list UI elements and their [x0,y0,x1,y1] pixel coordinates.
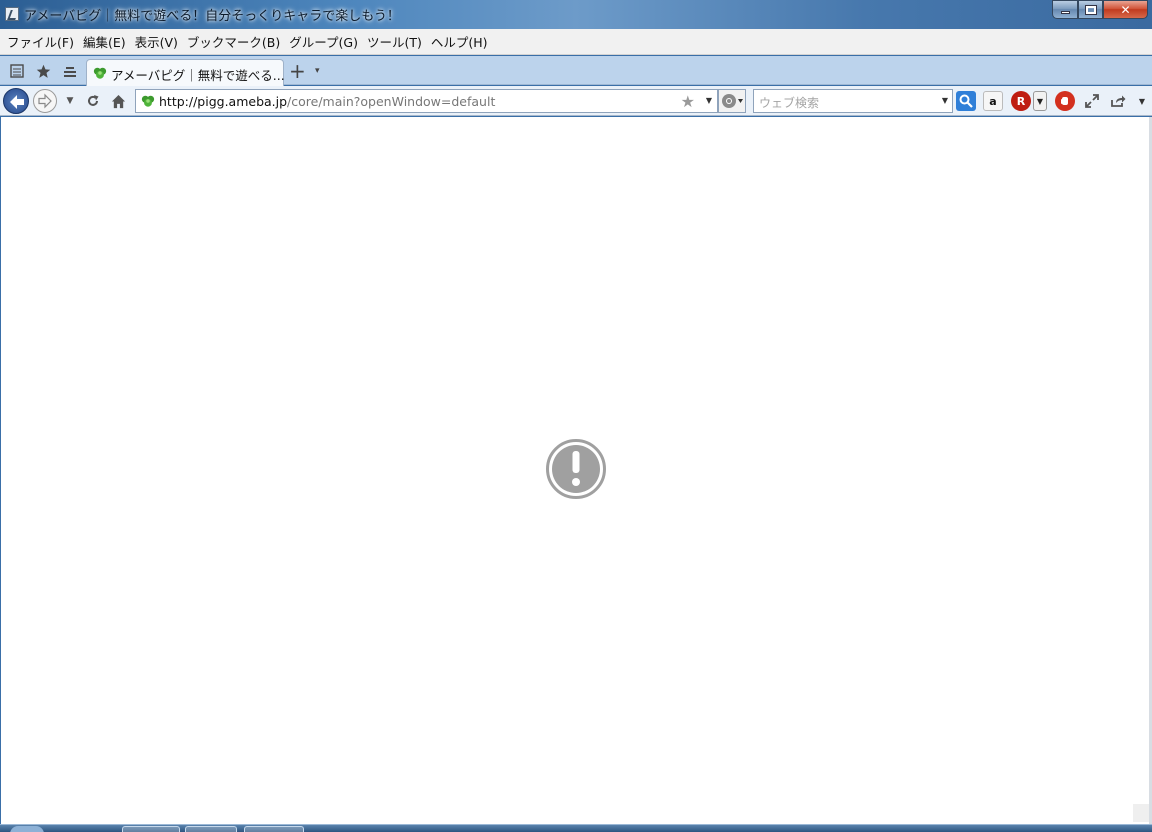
bookmark-page-star-icon[interactable]: ★ [681,92,695,111]
window-titlebar: アメーバピグ｜無料で遊べる！自分そっくりキャラで楽しもう！ ✕ [0,0,1152,29]
menubar: ファイル(F) 編集(E) 表示(V) ブックマーク(B) グループ(G) ツー… [0,29,1152,55]
rakuten-icon: R [1016,94,1026,108]
web-search-box[interactable]: ウェブ検索 ▼ [753,89,953,113]
bookmark-star-icon[interactable] [34,62,52,80]
menu-tools[interactable]: ツール(T) [364,32,425,51]
os-taskbar [0,824,1152,832]
window-controls: ✕ [1052,0,1148,19]
taskbar-button[interactable] [122,826,180,832]
back-arrow-icon [10,95,24,109]
url-path: /core/main?openWindow=default [287,94,496,109]
adblock-button[interactable] [1055,91,1075,111]
amazon-search-button[interactable]: a [983,91,1003,111]
menu-edit[interactable]: 編集(E) [80,32,129,51]
reload-icon[interactable] [85,93,101,109]
rakuten-search-button[interactable]: R [1011,91,1031,111]
page-content [1,117,1149,824]
pigg-favicon-icon [93,67,107,79]
search-button[interactable] [956,91,976,111]
menu-bookmarks[interactable]: ブックマーク(B) [184,32,283,51]
search-engine-selector[interactable] [718,89,746,113]
tab-label: アメーバピグ｜無料で遊べる... [111,68,285,83]
restore-icon [1084,4,1097,15]
app-icon[interactable] [5,7,19,21]
menu-file[interactable]: ファイル(F) [4,32,77,51]
new-tab-button[interactable]: + [289,59,306,83]
fullscreen-icon[interactable] [1082,91,1102,111]
tab-menu-chevron-icon[interactable]: ▾ [315,66,320,76]
back-button[interactable] [3,88,29,114]
home-icon[interactable] [110,93,126,109]
site-favicon-icon [141,95,155,107]
menu-help[interactable]: ヘルプ(H) [428,32,491,51]
search-icon [959,94,973,108]
tab-ameba-pigg[interactable]: アメーバピグ｜無料で遊べる... [86,59,285,86]
taskbar-button[interactable] [244,826,304,832]
resize-grip[interactable] [1133,804,1149,822]
restore-button[interactable] [1078,0,1103,19]
sidebar-icon[interactable] [8,62,26,80]
url-history-dropdown-icon[interactable]: ▼ [706,96,712,105]
chrome-engine-icon [722,94,743,108]
alert-exclamation-icon [546,439,606,499]
search-plugins-dropdown-icon[interactable]: ▼ [1033,91,1047,111]
overflow-menu-icon[interactable]: ▼ [1132,91,1152,111]
tabbar: アメーバピグ｜無料で遊べる... + ▾ [0,56,1152,86]
window-title: アメーバピグ｜無料で遊べる！自分そっくりキャラで楽しもう！ [24,9,400,24]
menu-group[interactable]: グループ(G) [286,32,361,51]
hand-stop-icon [1061,97,1068,105]
close-button[interactable]: ✕ [1103,0,1148,19]
taskbar-button[interactable] [185,826,237,832]
url-host: http://pigg.ameba.jp [159,94,288,109]
forward-button[interactable] [33,89,57,113]
share-icon[interactable] [1108,91,1128,111]
menu-view[interactable]: 表示(V) [132,32,181,51]
minimize-button[interactable] [1052,0,1078,19]
tab-list-icon[interactable] [61,62,79,80]
search-dropdown-icon[interactable]: ▼ [942,96,948,105]
search-placeholder: ウェブ検索 [759,96,820,110]
close-icon: ✕ [1120,2,1131,17]
forward-arrow-icon [38,93,52,109]
amazon-icon: a [989,94,997,108]
address-bar[interactable]: http://pigg.ameba.jp/core/main?openWindo… [135,89,718,113]
history-dropdown-icon[interactable]: ▼ [62,93,78,109]
url-text: http://pigg.ameba.jp/core/main?openWindo… [159,94,495,109]
navigation-bar: ▼ http://pigg.ameba.jp/core/main?openWin… [0,86,1152,116]
start-button[interactable] [10,826,44,832]
minimize-icon [1060,11,1070,14]
